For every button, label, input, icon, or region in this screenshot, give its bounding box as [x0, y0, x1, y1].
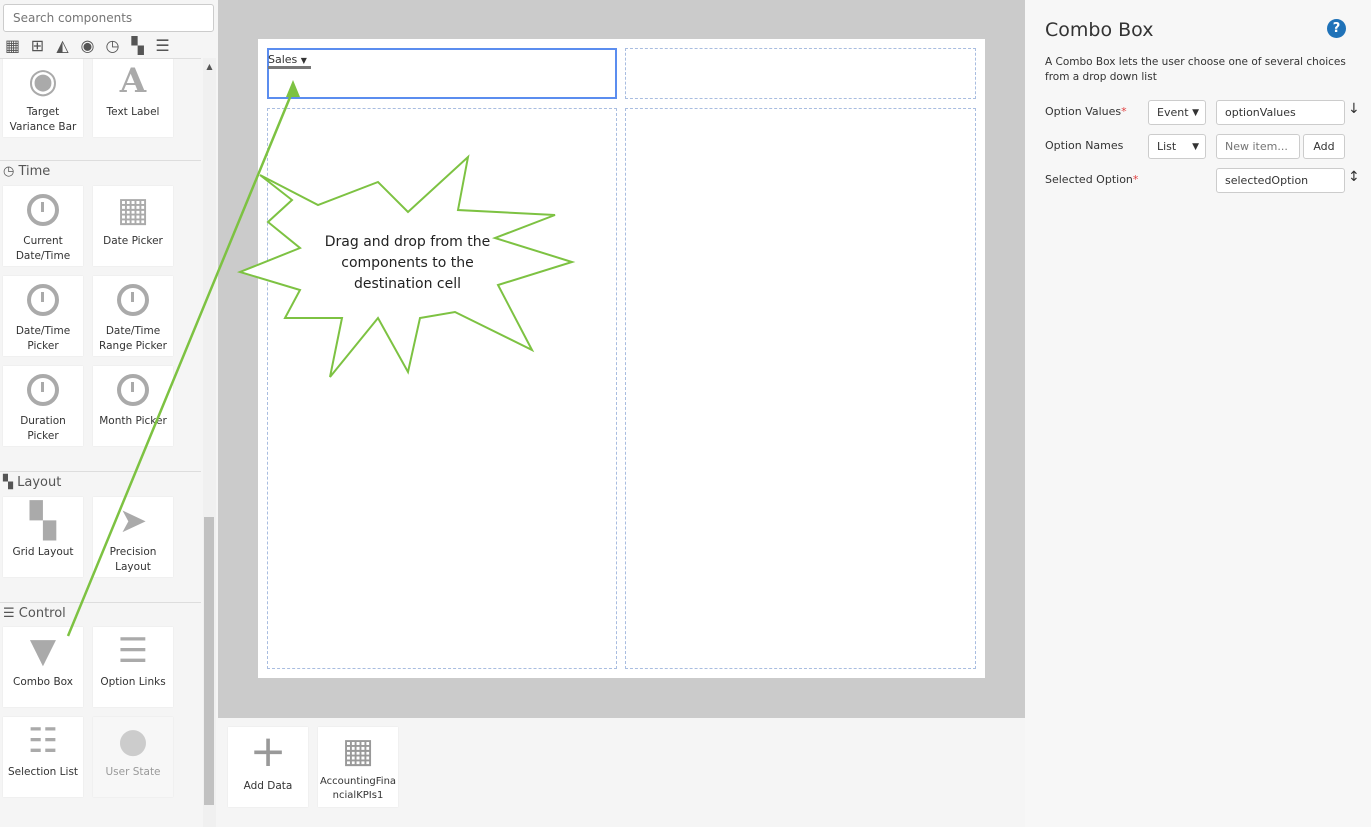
data-sources-bar: + Add Data ▦ AccountingFinancialKPIs1 [218, 718, 1025, 827]
option-values-input[interactable]: optionValues [1216, 100, 1345, 125]
arrow-head-icon [286, 80, 300, 97]
plus-icon: + [249, 725, 287, 777]
option-values-type-select[interactable]: Event ▼ [1148, 100, 1206, 125]
panel-description: A Combo Box lets the user choose one of … [1045, 56, 1346, 83]
help-icon[interactable]: ? [1327, 19, 1346, 38]
option-names-label: Option Names [1045, 139, 1124, 152]
binding-arrow-icon[interactable]: ↓ [1348, 101, 1360, 117]
panel-title: Combo Box [1045, 19, 1154, 41]
option-names-type-select[interactable]: List ▼ [1148, 134, 1206, 159]
dataset-tile[interactable]: ▦ AccountingFinancialKPIs1 [318, 727, 398, 807]
table-icon: ▦ [341, 730, 375, 771]
add-data-button[interactable]: + Add Data [228, 727, 308, 807]
tile-label: AccountingFinancialKPIs1 [319, 776, 397, 801]
selected-option-input[interactable]: selectedOption [1216, 168, 1345, 193]
callout-text: Drag and drop from the components to the… [324, 234, 491, 292]
tile-label: Add Data [243, 780, 293, 792]
properties-panel: Combo Box ? A Combo Box lets the user ch… [1025, 0, 1371, 827]
two-way-binding-icon[interactable]: ↕ [1348, 169, 1360, 185]
add-button[interactable]: Add [1303, 134, 1345, 159]
selected-option-label: Selected Option* [1045, 173, 1139, 186]
drag-arrow [66, 89, 295, 637]
option-values-label: Option Values* [1045, 105, 1127, 118]
new-item-input[interactable] [1216, 134, 1300, 159]
